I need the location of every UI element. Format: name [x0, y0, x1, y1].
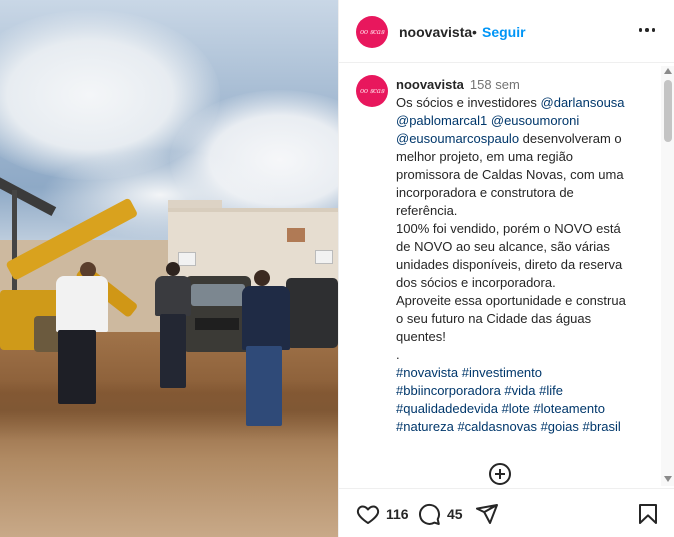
follow-button[interactable]: Seguir [482, 24, 526, 40]
caption-text-segment: dos sócios e incorporadora. [396, 275, 556, 290]
caption-text-segment: quentes! [396, 329, 446, 344]
caption-author-line: noovavista 158 sem [396, 76, 658, 94]
share-button[interactable] [475, 502, 499, 526]
caption-line: @pablomarcal1 @eusoumoroni [396, 112, 658, 130]
caption-line: 100% foi vendido, porém o NOVO está [396, 220, 658, 238]
mention-link[interactable]: @eusoumarcospaulo [396, 131, 519, 146]
like-count[interactable]: 116 [386, 506, 409, 522]
avatar[interactable]: oo ꞩcaꞩ [356, 16, 388, 48]
comments-area: oo ꞩcaꞩ noovavista 158 sem Os sócios e in… [339, 63, 674, 487]
hashtag-link[interactable]: #lote [502, 401, 530, 416]
hashtag-link[interactable]: #loteamento [533, 401, 605, 416]
bookmark-icon[interactable] [636, 502, 660, 526]
separator-dot: • [472, 24, 477, 40]
truck-windshield [191, 284, 245, 306]
hashtag-link[interactable]: #brasil [583, 419, 621, 434]
avatar-logo-text: oo ꞩcaꞩ [360, 87, 384, 95]
hashtag-link[interactable]: #novavista [396, 365, 458, 380]
caption-line: unidades disponíveis, direto da reserva [396, 256, 658, 274]
hashtag-link[interactable]: #life [539, 383, 563, 398]
paper-plane-icon[interactable] [475, 502, 499, 526]
caption-line: @eusoumarcospaulo desenvolveram o [396, 130, 658, 148]
hashtag-link[interactable]: #investimento [462, 365, 542, 380]
caption-line: Os sócios e investidores @darlansousa [396, 94, 658, 112]
caption-username-link[interactable]: noovavista [396, 77, 464, 92]
caption-line: quentes! [396, 328, 658, 346]
scrollbar[interactable] [661, 66, 674, 486]
heart-icon[interactable] [356, 502, 380, 526]
caption-text: Os sócios e investidores @darlansousa @pa… [396, 94, 658, 436]
avatar-logo-text: oo ꞩcaꞩ [360, 28, 384, 36]
avatar[interactable]: oo ꞩcaꞩ [356, 75, 388, 107]
caption-line: #natureza #caldasnovas #goias #brasil [396, 418, 658, 436]
like-button[interactable]: 116 [356, 502, 409, 526]
pickup-truck [286, 278, 338, 348]
caption-text-segment: Aproveite essa oportunidade e construa [396, 293, 626, 308]
caption-text-segment: desenvolveram o [519, 131, 622, 146]
comment-button[interactable]: 45 [417, 502, 463, 526]
scrollbar-thumb[interactable] [664, 80, 672, 142]
post-header: oo ꞩcaꞩ noovavista • Seguir [339, 0, 674, 63]
caption-text-segment: referência. [396, 203, 458, 218]
plus-circle-icon[interactable] [489, 463, 511, 485]
caption-text-segment: . [396, 347, 400, 362]
hashtag-link[interactable]: #caldasnovas [457, 419, 537, 434]
caption-text-segment: promissora de Caldas Novas, com uma [396, 167, 624, 182]
more-dots-icon[interactable] [637, 20, 657, 40]
caption-line: referência. [396, 202, 658, 220]
hashtag-link[interactable]: #bbiincorporadora [396, 383, 501, 398]
caption-line: de NOVO ao seu alcance, são várias [396, 238, 658, 256]
caption-text-segment: melhor projeto, em uma região [396, 149, 574, 164]
post-photo[interactable] [0, 0, 338, 537]
caption-line: Aproveite essa oportunidade e construa [396, 292, 658, 310]
post-time[interactable]: 158 sem [470, 77, 520, 92]
hashtag-link[interactable]: #vida [504, 383, 535, 398]
caption-text-segment: incorporadora e construtora de [396, 185, 574, 200]
hashtag-link[interactable]: #natureza [396, 419, 454, 434]
air-conditioner [315, 250, 333, 264]
caption-line: #qualidadedevida #lote #loteamento [396, 400, 658, 418]
caption-text-segment: 100% foi vendido, porém o NOVO está [396, 221, 621, 236]
hashtag-link[interactable]: #goias [541, 419, 579, 434]
caption-line: promissora de Caldas Novas, com uma [396, 166, 658, 184]
caption-text-segment: Os sócios e investidores [396, 95, 541, 110]
username-link[interactable]: noovavista [399, 24, 472, 40]
caption-line: incorporadora e construtora de [396, 184, 658, 202]
mention-link[interactable]: @darlansousa [541, 95, 625, 110]
caption-line: dos sócios e incorporadora. [396, 274, 658, 292]
scroll-down-arrow-icon[interactable] [664, 476, 672, 482]
mention-link[interactable]: @pablomarcal1 [396, 113, 487, 128]
comment-bubble-icon[interactable] [417, 502, 441, 526]
post-actions: 116 45 [339, 488, 674, 537]
hashtag-link[interactable]: #qualidadedevida [396, 401, 498, 416]
comment-count[interactable]: 45 [447, 506, 463, 522]
caption-line: o seu futuro na Cidade das águas [396, 310, 658, 328]
caption-line: melhor projeto, em uma região [396, 148, 658, 166]
save-button[interactable] [636, 502, 660, 526]
truck-grill [195, 318, 239, 330]
caption-line: #novavista #investimento [396, 364, 658, 382]
caption-text-segment: o seu futuro na Cidade das águas [396, 311, 592, 326]
caption-text-segment: unidades disponíveis, direto da reserva [396, 257, 623, 272]
caption-line: . [396, 346, 658, 364]
ground-shadow [0, 380, 338, 440]
caption-line: #bbiincorporadora #vida #life [396, 382, 658, 400]
caption-text-segment: de NOVO ao seu alcance, são várias [396, 239, 610, 254]
post-panel: oo ꞩcaꞩ noovavista • Seguir oo ꞩcaꞩ noov… [338, 0, 674, 537]
mention-link[interactable]: @eusoumoroni [491, 113, 579, 128]
scroll-up-arrow-icon[interactable] [664, 68, 672, 74]
post-caption: noovavista 158 sem Os sócios e investidor… [396, 76, 658, 436]
building-vent [287, 228, 305, 242]
air-conditioner [178, 252, 196, 266]
